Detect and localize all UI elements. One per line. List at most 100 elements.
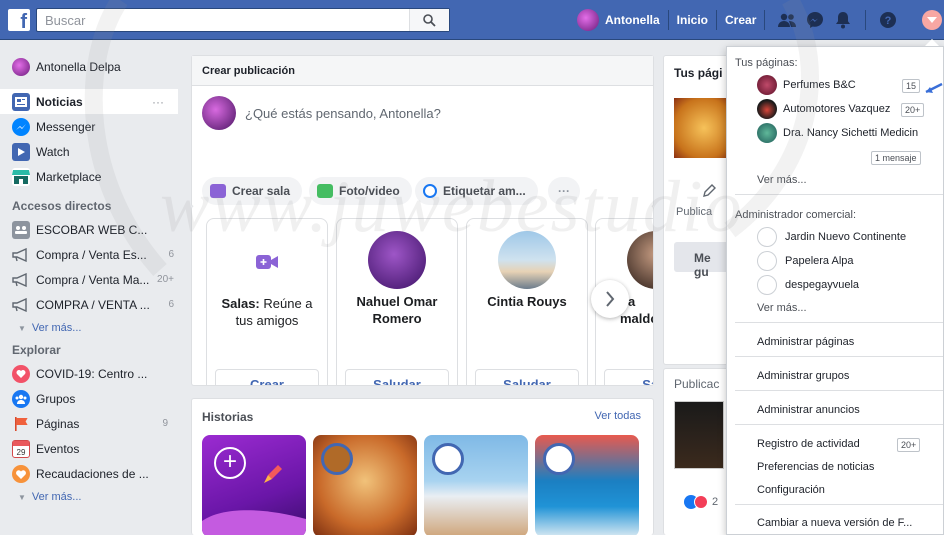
see-more-explore[interactable]: ▼ Ver más... xyxy=(0,486,182,508)
page-notification-badge: 15 xyxy=(902,79,921,93)
activity-badge: 20+ xyxy=(897,438,921,452)
profile-link[interactable]: Antonella xyxy=(605,13,660,27)
count-badge: 20+ xyxy=(157,274,174,285)
create-room-card-button[interactable]: Crear xyxy=(215,369,319,385)
video-camera-icon xyxy=(256,255,278,269)
business-item[interactable]: despegayvuela xyxy=(785,279,859,291)
chevron-right-icon xyxy=(606,291,615,307)
story-tile[interactable] xyxy=(313,435,417,535)
search-box xyxy=(36,8,450,32)
news-preferences-item[interactable]: Preferencias de noticias xyxy=(757,461,874,473)
tag-friends-button[interactable]: Etiquetar am... xyxy=(415,177,538,205)
avatar[interactable] xyxy=(577,9,599,31)
posts-title: Publicac xyxy=(674,377,720,391)
shortcut-item[interactable]: COMPRA / VENTA ... 6 xyxy=(0,292,182,317)
notifications-icon[interactable] xyxy=(829,6,857,34)
people-suggestions-card: Salas: Reúne a tus amigos Crear Nahuel O… xyxy=(191,206,654,386)
create-room-button[interactable]: Crear sala xyxy=(202,177,303,205)
messenger-icon[interactable] xyxy=(801,6,829,34)
shortcut-item[interactable]: ESCOBAR WEB C... xyxy=(0,217,182,242)
sidebar-item-label: COVID-19: Centro ... xyxy=(36,366,148,381)
like-page-button[interactable]: Me gu xyxy=(674,242,734,279)
shortcut-item[interactable]: Compra / Venta Es... 6 xyxy=(0,242,182,267)
sidebar-item-noticias[interactable]: Noticias ··· xyxy=(0,89,178,114)
search-icon xyxy=(423,13,436,27)
story-tile[interactable] xyxy=(535,435,639,535)
create-link[interactable]: Crear xyxy=(725,13,756,27)
page-item-perfumes[interactable]: Perfumes B&C xyxy=(783,79,856,91)
page-avatar xyxy=(757,75,777,95)
avatar xyxy=(321,443,353,475)
divider xyxy=(735,356,943,357)
reaction-count: 2 xyxy=(712,496,719,508)
business-item[interactable]: Jardin Nuevo Continente xyxy=(785,231,906,243)
sidebar-item-label: Messenger xyxy=(36,119,96,134)
explore-item-fundraisers[interactable]: Recaudaciones de ... xyxy=(0,461,182,486)
sidebar-item-messenger[interactable]: Messenger xyxy=(0,114,182,139)
your-pages-title: Tus pági xyxy=(674,66,723,80)
manage-pages-item[interactable]: Administrar páginas xyxy=(757,336,854,348)
room-icon-wrap xyxy=(238,233,296,291)
news-feed-icon xyxy=(12,92,30,111)
heart-icon xyxy=(12,364,30,383)
fundraiser-icon xyxy=(12,464,30,483)
avatar xyxy=(432,443,464,475)
chevron-down-icon: ▼ xyxy=(18,323,26,333)
page-cover-image[interactable] xyxy=(674,98,734,158)
help-icon[interactable]: ? xyxy=(874,6,902,34)
greet-button[interactable]: Saludar xyxy=(345,369,449,385)
sidebar-item-label: Eventos xyxy=(36,441,80,456)
sidebar-item-label: Páginas xyxy=(36,416,80,431)
count-badge: 6 xyxy=(168,249,174,260)
photo-video-button[interactable]: Foto/video xyxy=(309,177,412,205)
search-input[interactable] xyxy=(37,9,407,31)
publish-label[interactable]: Publica xyxy=(676,206,712,218)
sidebar-item-marketplace[interactable]: Marketplace xyxy=(0,164,182,189)
home-link[interactable]: Inicio xyxy=(677,13,708,27)
switch-version-item[interactable]: Cambiar a nueva versión de F... xyxy=(757,517,912,529)
create-story-tile[interactable]: + xyxy=(202,435,306,535)
page-item-automotores[interactable]: Automotores Vazquez xyxy=(783,103,890,115)
facebook-logo[interactable]: f xyxy=(8,9,30,31)
stories-card: Historias Ver todas + xyxy=(191,398,654,535)
person-name[interactable]: Cintia Rouys xyxy=(473,293,581,310)
explore-item-covid[interactable]: COVID-19: Centro ... xyxy=(0,361,182,386)
shortcut-item[interactable]: Compra / Venta Ma... 20+ xyxy=(0,267,182,292)
sidebar-item-watch[interactable]: Watch xyxy=(0,139,182,164)
post-thumbnail[interactable] xyxy=(674,401,724,469)
account-menu-button[interactable] xyxy=(922,10,942,30)
see-more-shortcuts[interactable]: ▼ Ver más... xyxy=(0,317,182,339)
business-item[interactable]: Papelera Alpa xyxy=(785,255,854,267)
count-badge: 9 xyxy=(162,418,168,429)
page-avatar xyxy=(757,99,777,119)
sidebar-profile[interactable]: Antonella Delpa xyxy=(0,54,182,79)
see-all-stories-link[interactable]: Ver todas xyxy=(595,410,641,422)
more-icon: ··· xyxy=(558,184,570,198)
love-reaction-icon xyxy=(694,495,708,509)
post-composer-input[interactable]: ¿Qué estás pensando, Antonella? xyxy=(245,106,441,121)
next-arrow-button[interactable] xyxy=(591,280,629,318)
manage-groups-item[interactable]: Administrar grupos xyxy=(757,370,849,382)
see-more-business-link[interactable]: Ver más... xyxy=(757,302,807,314)
friends-icon[interactable] xyxy=(773,6,801,34)
more-options-icon[interactable]: ··· xyxy=(152,95,164,109)
greet-button[interactable]: Salu xyxy=(604,369,653,385)
explore-item-pages[interactable]: Páginas 9 xyxy=(0,411,182,436)
more-actions-button[interactable]: ··· xyxy=(548,177,580,205)
greet-button[interactable]: Saludar xyxy=(475,369,579,385)
see-more-pages-link[interactable]: Ver más... xyxy=(757,174,807,186)
group-icon xyxy=(12,220,30,239)
tag-people-icon xyxy=(423,184,437,198)
page-avatar xyxy=(757,123,777,143)
chevron-down-icon: ▼ xyxy=(18,492,26,502)
explore-item-events[interactable]: 29 Eventos xyxy=(0,436,182,461)
search-button[interactable] xyxy=(409,9,449,31)
explore-item-groups[interactable]: Grupos xyxy=(0,386,182,411)
activity-log-item[interactable]: Registro de actividad xyxy=(757,438,860,450)
manage-ads-item[interactable]: Administrar anuncios xyxy=(757,404,860,416)
story-tile[interactable] xyxy=(424,435,528,535)
settings-item[interactable]: Configuración xyxy=(757,484,825,496)
page-item-dra-nancy[interactable]: Dra. Nancy Sichetti Medicin xyxy=(783,127,918,139)
business-avatar xyxy=(757,227,777,247)
person-name[interactable]: Nahuel Omar Romero xyxy=(343,293,451,327)
